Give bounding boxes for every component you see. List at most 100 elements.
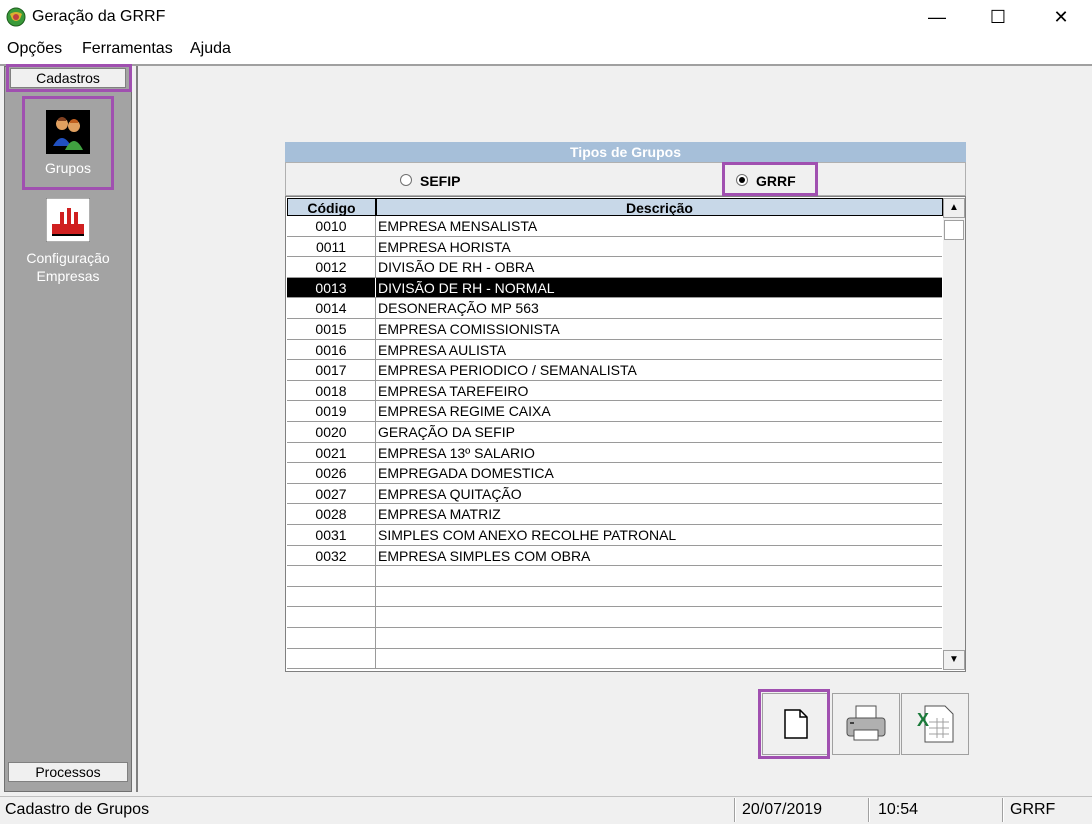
scroll-down-icon[interactable]: ▼ xyxy=(943,650,965,670)
table-row[interactable] xyxy=(287,648,942,670)
table-row[interactable]: 0031 SIMPLES COM ANEXO RECOLHE PATRONAL xyxy=(287,525,942,546)
table-row[interactable]: 0019 EMPRESA REGIME CAIXA xyxy=(287,401,942,422)
cell-descricao: EMPRESA PERIODICO / SEMANALISTA xyxy=(378,362,637,379)
cell-descricao: EMPRESA AULISTA xyxy=(378,341,507,358)
status-separator xyxy=(868,798,870,822)
table-row[interactable]: 0018 EMPRESA TAREFEIRO xyxy=(287,380,942,402)
cell-descricao xyxy=(378,628,942,648)
cell-codigo: 0010 xyxy=(287,216,376,236)
cell-codigo xyxy=(287,607,376,627)
close-button[interactable]: ✕ xyxy=(1038,0,1084,34)
column-header-codigo[interactable]: Código xyxy=(287,198,376,216)
cell-descricao: EMPRESA 13º SALARIO xyxy=(378,444,535,461)
cell-codigo: 0012 xyxy=(287,257,376,277)
cell-codigo: 0016 xyxy=(287,339,376,360)
scroll-up-icon[interactable]: ▲ xyxy=(943,198,965,218)
cell-codigo: 0011 xyxy=(287,236,376,257)
table-row[interactable]: 0014 DESONERAÇÃO MP 563 xyxy=(287,298,942,319)
menu-ajuda[interactable]: Ajuda xyxy=(190,40,231,58)
column-header-descricao[interactable]: Descrição xyxy=(376,198,943,216)
table-row[interactable] xyxy=(287,586,942,608)
sidebar-tab-processos[interactable]: Processos xyxy=(8,762,128,782)
table-row[interactable]: 0027 EMPRESA QUITAÇÃO xyxy=(287,483,942,505)
scroll-thumb[interactable] xyxy=(944,220,964,240)
cell-codigo: 0013 xyxy=(287,277,376,298)
minimize-button[interactable]: — xyxy=(914,0,960,34)
cell-descricao: EMPRESA COMISSIONISTA xyxy=(378,321,560,337)
cell-codigo: 0017 xyxy=(287,360,376,380)
table-row[interactable]: 0017 EMPRESA PERIODICO / SEMANALISTA xyxy=(287,360,942,381)
sidebar-item-config-label-line1: Configuração xyxy=(26,250,110,266)
panel-title: Tipos de Grupos xyxy=(285,142,966,162)
cell-descricao: SIMPLES COM ANEXO RECOLHE PATRONAL xyxy=(378,527,677,543)
cell-descricao: DESONERAÇÃO MP 563 xyxy=(378,300,539,317)
cell-descricao: EMPRESA QUITAÇÃO xyxy=(378,485,522,502)
radio-grrf-circle[interactable] xyxy=(736,174,748,186)
cell-descricao: GERAÇÃO DA SEFIP xyxy=(378,424,515,440)
table-row[interactable] xyxy=(287,566,942,587)
cell-codigo: 0018 xyxy=(287,380,376,401)
cell-codigo: 0028 xyxy=(287,504,376,524)
table-row[interactable] xyxy=(287,607,942,628)
cell-descricao xyxy=(378,587,942,607)
cell-descricao: EMPRESA TAREFEIRO xyxy=(378,382,529,399)
radio-sefip[interactable]: SEFIP xyxy=(398,172,478,190)
cell-descricao: EMPREGADA DOMESTICA xyxy=(378,465,554,482)
cell-descricao: DIVISÃO DE RH - NORMAL xyxy=(378,279,555,296)
cell-descricao: EMPRESA HORISTA xyxy=(378,238,511,255)
table-row[interactable]: 0026 EMPREGADA DOMESTICA xyxy=(287,463,942,484)
cell-descricao: EMPRESA REGIME CAIXA xyxy=(378,403,551,420)
table-row[interactable]: 0010 EMPRESA MENSALISTA xyxy=(287,216,942,237)
table-row[interactable]: 0032 EMPRESA SIMPLES COM OBRA xyxy=(287,545,942,567)
table-row[interactable] xyxy=(287,628,942,649)
cell-codigo: 0015 xyxy=(287,319,376,339)
print-button[interactable] xyxy=(832,693,900,755)
excel-export-icon: X xyxy=(917,705,954,743)
cell-descricao: DIVISÃO DE RH - OBRA xyxy=(378,259,535,276)
table-row[interactable]: 0012 DIVISÃO DE RH - OBRA xyxy=(287,257,942,278)
table-row[interactable]: 0013 DIVISÃO DE RH - NORMAL xyxy=(287,277,942,299)
svg-text:X: X xyxy=(917,710,929,730)
cell-codigo: 0027 xyxy=(287,483,376,504)
table-row[interactable]: 0011 EMPRESA HORISTA xyxy=(287,236,942,258)
highlight-box-new-button xyxy=(758,689,830,759)
cell-descricao: EMPRESA MATRIZ xyxy=(378,506,501,523)
cell-codigo: 0031 xyxy=(287,525,376,545)
printer-icon xyxy=(846,705,886,741)
cell-codigo: 0021 xyxy=(287,442,376,463)
status-module: GRRF xyxy=(1010,801,1056,818)
cell-descricao xyxy=(378,649,942,669)
cell-codigo xyxy=(287,628,376,648)
export-excel-button[interactable]: X xyxy=(901,693,969,755)
window-title: Geração da GRRF xyxy=(32,8,166,25)
maximize-button[interactable]: ☐ xyxy=(975,0,1021,34)
status-separator xyxy=(734,798,736,822)
cell-codigo: 0020 xyxy=(287,422,376,442)
cell-codigo xyxy=(287,648,376,669)
table-scrollbar[interactable]: ▲ ▼ xyxy=(943,198,965,670)
table-row[interactable]: 0016 EMPRESA AULISTA xyxy=(287,339,942,361)
radio-sefip-circle[interactable] xyxy=(400,174,412,186)
table-row[interactable]: 0015 EMPRESA COMISSIONISTA xyxy=(287,319,942,340)
cell-descricao xyxy=(378,607,942,627)
status-message: Cadastro de Grupos xyxy=(5,801,150,818)
radio-grrf-label: GRRF xyxy=(756,173,796,189)
menu-opcoes[interactable]: Opções xyxy=(7,40,62,58)
radio-grrf[interactable]: GRRF xyxy=(734,172,810,190)
cell-descricao: EMPRESA SIMPLES COM OBRA xyxy=(378,547,591,564)
menu-ferramentas[interactable]: Ferramentas xyxy=(82,40,173,58)
table-row[interactable]: 0020 GERAÇÃO DA SEFIP xyxy=(287,422,942,443)
sidebar-tab-cadastros[interactable]: Cadastros xyxy=(10,68,126,88)
app-globe-icon xyxy=(6,7,26,27)
radio-sefip-label: SEFIP xyxy=(420,173,461,189)
group-type-selector xyxy=(285,162,966,196)
cell-descricao xyxy=(378,566,942,586)
cell-descricao: EMPRESA MENSALISTA xyxy=(378,218,538,234)
table-row[interactable]: 0028 EMPRESA MATRIZ xyxy=(287,504,942,525)
cell-codigo xyxy=(287,586,376,607)
sidebar-item-config-label-line2: Empresas xyxy=(36,268,100,284)
cell-codigo xyxy=(287,566,376,586)
factory-icon xyxy=(46,198,90,242)
status-date: 20/07/2019 xyxy=(742,801,823,818)
table-row[interactable]: 0021 EMPRESA 13º SALARIO xyxy=(287,442,942,464)
